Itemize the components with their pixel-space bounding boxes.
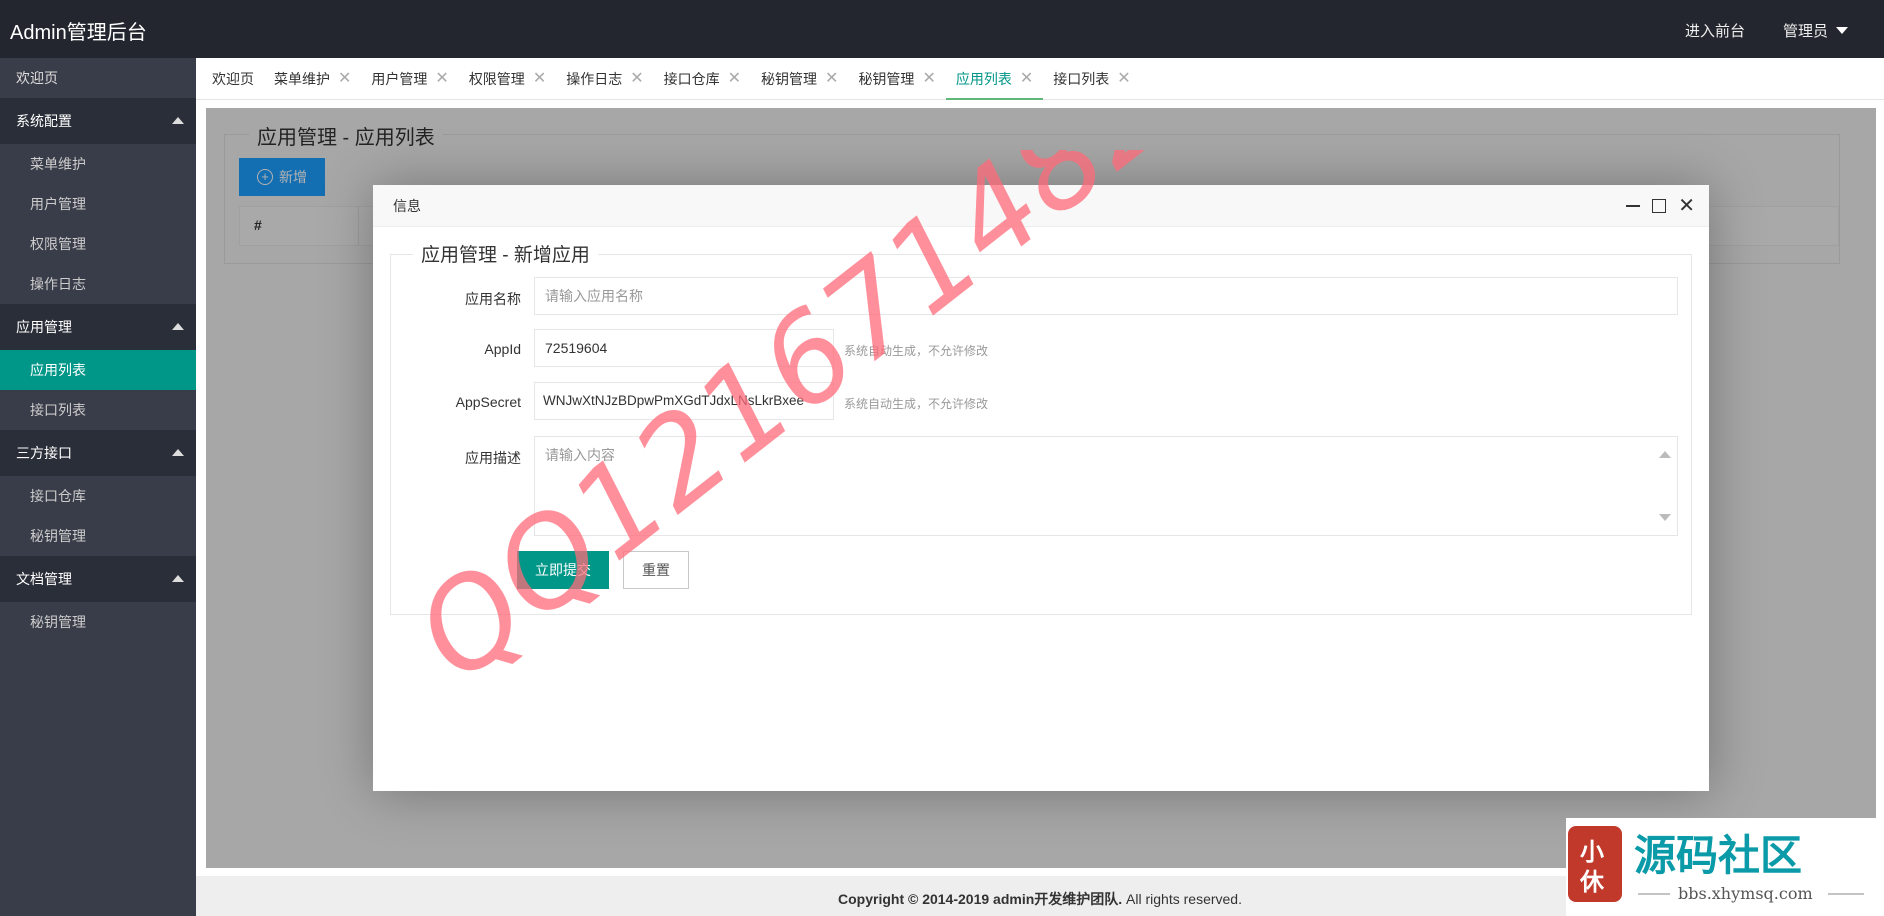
- sidebar-item-logs[interactable]: 操作日志: [0, 264, 196, 304]
- close-icon[interactable]: ✕: [435, 58, 448, 100]
- sidebar-group-apps[interactable]: 应用管理: [0, 304, 196, 350]
- dialog-title: 信息: [393, 198, 421, 214]
- appsecret-hint: 系统自动生成，不允许修改: [844, 397, 989, 411]
- tab-doc-secret[interactable]: 秘钥管理 ✕: [848, 58, 945, 100]
- seal-char-2: 休: [1579, 868, 1605, 896]
- chevron-up-icon: [172, 323, 184, 330]
- close-icon[interactable]: ✕: [825, 58, 838, 100]
- tab-app-list[interactable]: 应用列表 ✕: [945, 58, 1044, 100]
- tab-api-repo[interactable]: 接口仓库 ✕: [654, 58, 751, 100]
- sidebar-group-docs[interactable]: 文档管理: [0, 556, 196, 602]
- sidebar-item-welcome[interactable]: 欢迎页: [0, 58, 196, 98]
- tab-logs[interactable]: 操作日志 ✕: [556, 58, 653, 100]
- tab-label: 权限管理: [468, 71, 525, 87]
- appsecret-label: AppSecret: [455, 394, 521, 410]
- sidebar-item-users[interactable]: 用户管理: [0, 184, 196, 224]
- sidebar-item-permissions[interactable]: 权限管理: [0, 224, 196, 264]
- tab-label: 接口仓库: [663, 71, 720, 87]
- tab-label: 秘钥管理: [858, 71, 915, 87]
- minimize-icon[interactable]: [1626, 205, 1641, 207]
- tab-bar: 欢迎页 菜单维护 ✕ 用户管理 ✕ 权限管理 ✕ 操作日志 ✕ 接口仓库 ✕ 秘钥管理 ✕ …: [196, 58, 1884, 100]
- sidebar-group-label: 三方接口: [16, 445, 72, 461]
- sidebar-group-system[interactable]: 系统配置: [0, 98, 196, 144]
- form-title: 应用管理 - 新增应用: [413, 240, 598, 267]
- dialog-controls: ✕: [1626, 185, 1695, 227]
- user-menu-label: 管理员: [1782, 23, 1828, 40]
- close-icon[interactable]: ✕: [1678, 196, 1695, 216]
- appid-input[interactable]: 72519604: [534, 329, 834, 367]
- appsecret-input[interactable]: WNJwXtNJzBDpwPmXGdTJdxLNsLkrBxee: [534, 382, 834, 420]
- sidebar-group-label: 应用管理: [16, 319, 72, 335]
- close-icon[interactable]: ✕: [922, 58, 935, 100]
- badge-brand: 源码社区: [1634, 831, 1802, 880]
- dialog-titlebar: 信息 ✕: [373, 185, 1709, 227]
- app-logo-title: Admin管理后台: [10, 22, 147, 44]
- sidebar-group-third-party[interactable]: 三方接口: [0, 430, 196, 476]
- tab-label: 应用列表: [955, 71, 1012, 87]
- chevron-up-icon: [172, 117, 184, 124]
- app-desc-placeholder: 请输入内容: [545, 447, 615, 463]
- scroll-up-icon[interactable]: [1659, 451, 1671, 458]
- app-name-input[interactable]: 请输入应用名称: [534, 277, 1678, 315]
- sidebar-item-menu[interactable]: 菜单维护: [0, 144, 196, 184]
- maximize-icon[interactable]: [1652, 199, 1667, 213]
- sidebar-item-secret[interactable]: 秘钥管理: [0, 516, 196, 556]
- footer-rights: All rights reserved.: [1122, 891, 1242, 907]
- reset-button[interactable]: 重置: [623, 551, 689, 589]
- tab-label: 秘钥管理: [761, 71, 818, 87]
- close-icon[interactable]: ✕: [1117, 58, 1130, 100]
- badge-graphic: 小 休 源码社区 bbs.xhymsq.com: [1568, 826, 1864, 903]
- tab-permissions[interactable]: 权限管理 ✕: [459, 58, 556, 100]
- chevron-up-icon: [172, 575, 184, 582]
- frontend-link[interactable]: 进入前台: [1685, 20, 1745, 41]
- chevron-up-icon: [172, 449, 184, 456]
- footer-copyright: Copyright © 2014-2019 admin开发维护团队.: [838, 891, 1123, 907]
- sidebar-group-label: 系统配置: [16, 113, 72, 129]
- sidebar-item-api-repo[interactable]: 接口仓库: [0, 476, 196, 516]
- user-menu[interactable]: 管理员: [1783, 20, 1848, 41]
- header-nav: 进入前台 管理员: [1685, 20, 1848, 41]
- tab-label: 接口列表: [1053, 71, 1110, 87]
- top-header: Admin管理后台 进入前台 管理员: [0, 0, 1884, 58]
- seal-char-1: 小: [1580, 838, 1604, 866]
- tab-api-list[interactable]: 接口列表 ✕: [1043, 58, 1140, 100]
- sidebar-group-label: 文档管理: [16, 571, 72, 587]
- close-icon[interactable]: ✕: [338, 58, 351, 100]
- appid-hint: 系统自动生成，不允许修改: [844, 344, 989, 358]
- appid-label: AppId: [484, 341, 521, 357]
- tab-welcome[interactable]: 欢迎页: [202, 58, 264, 100]
- tab-users[interactable]: 用户管理 ✕: [361, 58, 458, 100]
- tab-label: 操作日志: [566, 71, 623, 87]
- app-desc-label: 应用描述: [465, 450, 521, 466]
- tab-label: 用户管理: [371, 71, 428, 87]
- sidebar-item-doc-secret[interactable]: 秘钥管理: [0, 602, 196, 642]
- sidebar-item-api-list[interactable]: 接口列表: [0, 390, 196, 430]
- submit-button[interactable]: 立即提交: [517, 551, 609, 589]
- sidebar: 欢迎页 系统配置 菜单维护 用户管理 权限管理 操作日志 应用管理 应用列表 接…: [0, 58, 196, 916]
- app-desc-textarea[interactable]: 请输入内容: [534, 436, 1678, 536]
- app-name-label: 应用名称: [465, 291, 521, 307]
- sidebar-item-app-list[interactable]: 应用列表: [0, 350, 196, 390]
- close-icon[interactable]: ✕: [630, 58, 643, 100]
- chevron-down-icon: [1836, 27, 1848, 34]
- tab-label: 欢迎页: [212, 71, 254, 87]
- close-icon[interactable]: ✕: [728, 58, 741, 100]
- scroll-down-icon[interactable]: [1659, 514, 1671, 521]
- close-icon[interactable]: ✕: [533, 58, 546, 100]
- badge-url: bbs.xhymsq.com: [1678, 884, 1813, 903]
- add-app-form: 应用管理 - 新增应用 应用名称 请输入应用名称 AppId 72519604 …: [390, 240, 1692, 615]
- site-badge: 小 休 源码社区 bbs.xhymsq.com: [1566, 818, 1884, 916]
- close-icon[interactable]: ✕: [1020, 58, 1033, 100]
- tab-secret[interactable]: 秘钥管理 ✕: [751, 58, 848, 100]
- tab-menu[interactable]: 菜单维护 ✕: [264, 58, 361, 100]
- add-app-dialog: 信息 ✕ 应用管理 - 新增应用 应用名称 请输入应用名称 AppId 7251…: [373, 185, 1709, 791]
- tab-label: 菜单维护: [274, 71, 330, 87]
